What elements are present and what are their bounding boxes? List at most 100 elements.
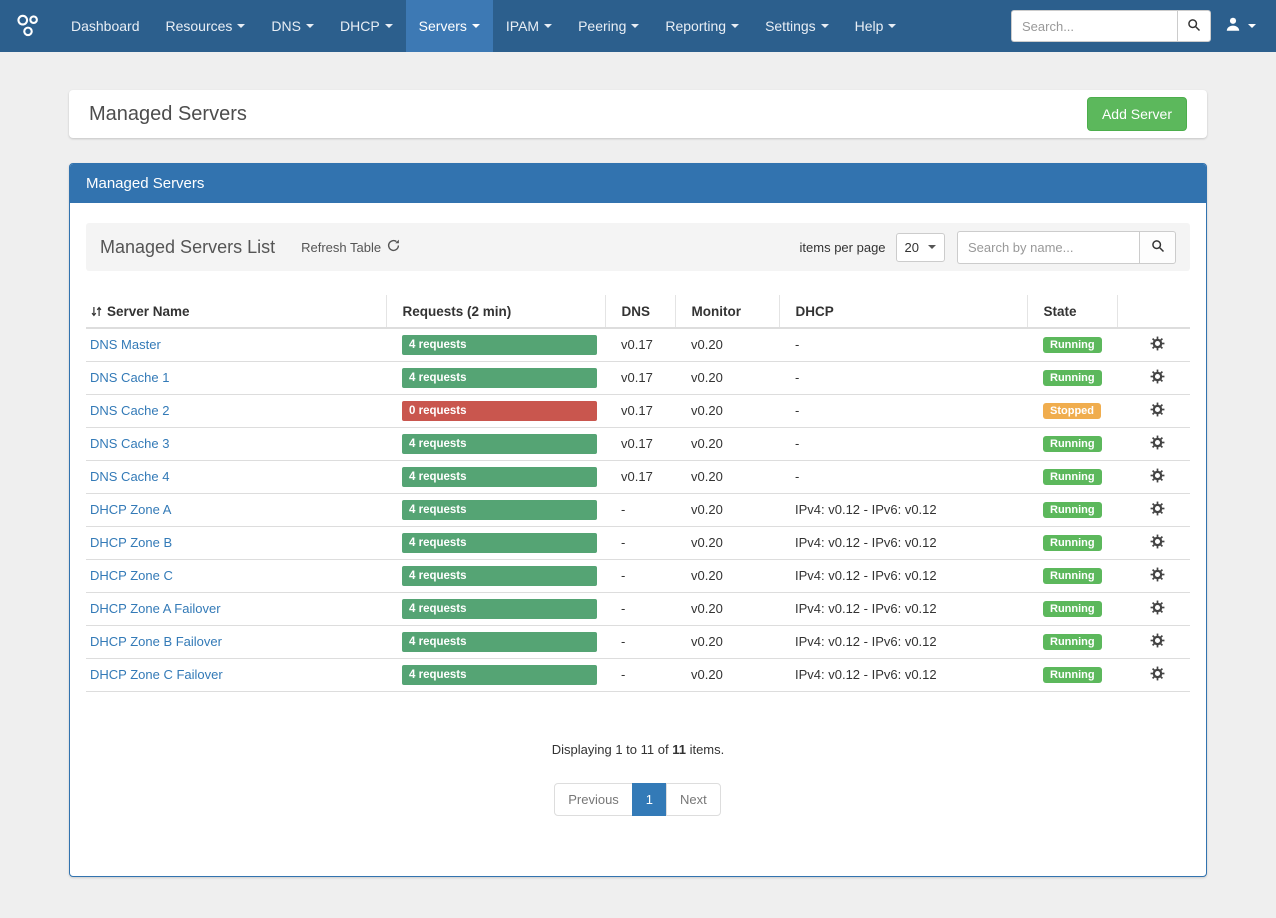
server-name-link[interactable]: DHCP Zone A xyxy=(90,502,171,517)
gear-icon[interactable] xyxy=(1150,567,1165,582)
list-title: Managed Servers List xyxy=(100,237,275,258)
items-per-page-select[interactable]: 20 xyxy=(896,233,945,262)
requests-bar: 4 requests xyxy=(402,335,597,355)
state-cell: Running xyxy=(1027,625,1117,658)
server-name-link[interactable]: DNS Cache 4 xyxy=(90,469,169,484)
dns-version-cell: v0.17 xyxy=(605,394,675,427)
global-search-group xyxy=(1011,10,1211,42)
search-icon xyxy=(1151,239,1165,256)
requests-cell: 4 requests xyxy=(386,526,605,559)
chevron-down-icon xyxy=(237,24,245,28)
chevron-down-icon xyxy=(306,24,314,28)
pagination-previous[interactable]: Previous xyxy=(554,783,633,816)
server-name-cell: DNS Cache 4 xyxy=(86,460,386,493)
sort-icon[interactable] xyxy=(90,303,107,318)
nav-item-resources[interactable]: Resources xyxy=(153,0,259,52)
requests-bar: 4 requests xyxy=(402,566,597,586)
nav-item-label: Servers xyxy=(419,18,467,34)
gear-icon[interactable] xyxy=(1150,468,1165,483)
user-menu[interactable] xyxy=(1223,12,1258,41)
actions-cell xyxy=(1117,427,1190,460)
server-name-link[interactable]: DHCP Zone B Failover xyxy=(90,634,222,649)
table-search-button[interactable] xyxy=(1139,231,1176,264)
server-name-cell: DHCP Zone A Failover xyxy=(86,592,386,625)
gear-icon[interactable] xyxy=(1150,534,1165,549)
state-cell: Running xyxy=(1027,460,1117,493)
nav-item-peering[interactable]: Peering xyxy=(565,0,652,52)
state-cell: Running xyxy=(1027,658,1117,691)
server-table-body: DNS Master4 requestsv0.17v0.20-RunningDN… xyxy=(86,328,1190,692)
add-server-button[interactable]: Add Server xyxy=(1087,97,1187,131)
display-info-suffix: items. xyxy=(690,742,725,757)
dns-version-cell: v0.17 xyxy=(605,361,675,394)
state-cell: Running xyxy=(1027,526,1117,559)
nav-item-dashboard[interactable]: Dashboard xyxy=(58,0,153,52)
gear-icon[interactable] xyxy=(1150,633,1165,648)
column-header-dns[interactable]: DNS xyxy=(605,295,675,328)
state-badge: Running xyxy=(1043,634,1102,650)
gear-icon[interactable] xyxy=(1150,435,1165,450)
nav-item-label: Settings xyxy=(765,18,816,34)
nav-item-ipam[interactable]: IPAM xyxy=(493,0,565,52)
search-icon xyxy=(1187,18,1201,35)
gear-icon[interactable] xyxy=(1150,369,1165,384)
refresh-table-button[interactable]: Refresh Table xyxy=(301,239,400,255)
requests-bar: 4 requests xyxy=(402,500,597,520)
nav-item-reporting[interactable]: Reporting xyxy=(652,0,752,52)
requests-bar: 4 requests xyxy=(402,368,597,388)
pagination-page-1[interactable]: 1 xyxy=(632,783,667,816)
column-header-label: Server Name xyxy=(107,304,190,319)
pagination-next[interactable]: Next xyxy=(666,783,721,816)
monitor-version-cell: v0.20 xyxy=(675,361,779,394)
page-container: Managed Servers Add Server Managed Serve… xyxy=(69,90,1207,877)
state-badge: Running xyxy=(1043,568,1102,584)
actions-cell xyxy=(1117,493,1190,526)
nav-item-settings[interactable]: Settings xyxy=(752,0,842,52)
monitor-version-cell: v0.20 xyxy=(675,658,779,691)
global-search-button[interactable] xyxy=(1177,10,1211,42)
nav-item-dhcp[interactable]: DHCP xyxy=(327,0,406,52)
nav-item-label: Dashboard xyxy=(71,18,140,34)
server-name-link[interactable]: DHCP Zone C xyxy=(90,568,173,583)
gear-icon[interactable] xyxy=(1150,402,1165,417)
monitor-version-cell: v0.20 xyxy=(675,460,779,493)
page-title: Managed Servers xyxy=(89,103,247,126)
nav-item-dns[interactable]: DNS xyxy=(258,0,327,52)
gear-icon[interactable] xyxy=(1150,600,1165,615)
monitor-version-cell: v0.20 xyxy=(675,559,779,592)
nav-item-servers[interactable]: Servers xyxy=(406,0,493,52)
managed-servers-panel: Managed Servers Managed Servers List Ref… xyxy=(69,163,1207,877)
dhcp-version-cell: IPv4: v0.12 - IPv6: v0.12 xyxy=(779,658,1027,691)
global-search-input[interactable] xyxy=(1011,10,1177,42)
column-header-requests-2-min[interactable]: Requests (2 min) xyxy=(386,295,605,328)
server-name-link[interactable]: DNS Cache 2 xyxy=(90,403,169,418)
server-name-cell: DHCP Zone C Failover xyxy=(86,658,386,691)
top-navbar: Dashboard ResourcesDNSDHCP Servers IPAMPeer… xyxy=(0,0,1276,52)
server-name-link[interactable]: DHCP Zone B xyxy=(90,535,172,550)
dns-version-cell: v0.17 xyxy=(605,328,675,362)
gear-icon[interactable] xyxy=(1150,501,1165,516)
gear-icon[interactable] xyxy=(1150,666,1165,681)
table-row: DHCP Zone C4 requests-v0.20IPv4: v0.12 -… xyxy=(86,559,1190,592)
requests-cell: 4 requests xyxy=(386,592,605,625)
chevron-down-icon xyxy=(472,24,480,28)
requests-cell: 4 requests xyxy=(386,559,605,592)
dns-version-cell: - xyxy=(605,658,675,691)
actions-cell xyxy=(1117,592,1190,625)
server-name-cell: DNS Cache 3 xyxy=(86,427,386,460)
app-logo-icon[interactable] xyxy=(14,12,42,40)
column-header-dhcp[interactable]: DHCP xyxy=(779,295,1027,328)
requests-bar: 0 requests xyxy=(402,401,597,421)
table-search-input[interactable] xyxy=(957,231,1139,264)
server-name-link[interactable]: DHCP Zone C Failover xyxy=(90,667,223,682)
nav-item-help[interactable]: Help xyxy=(842,0,910,52)
server-name-link[interactable]: DNS Cache 3 xyxy=(90,436,169,451)
server-name-link[interactable]: DNS Master xyxy=(90,337,161,352)
server-name-link[interactable]: DNS Cache 1 xyxy=(90,370,169,385)
gear-icon[interactable] xyxy=(1150,336,1165,351)
server-name-link[interactable]: DHCP Zone A Failover xyxy=(90,601,221,616)
column-header-monitor[interactable]: Monitor xyxy=(675,295,779,328)
column-header-server-name[interactable]: Server Name xyxy=(86,295,386,328)
column-header-actions xyxy=(1117,295,1190,328)
column-header-state[interactable]: State xyxy=(1027,295,1117,328)
